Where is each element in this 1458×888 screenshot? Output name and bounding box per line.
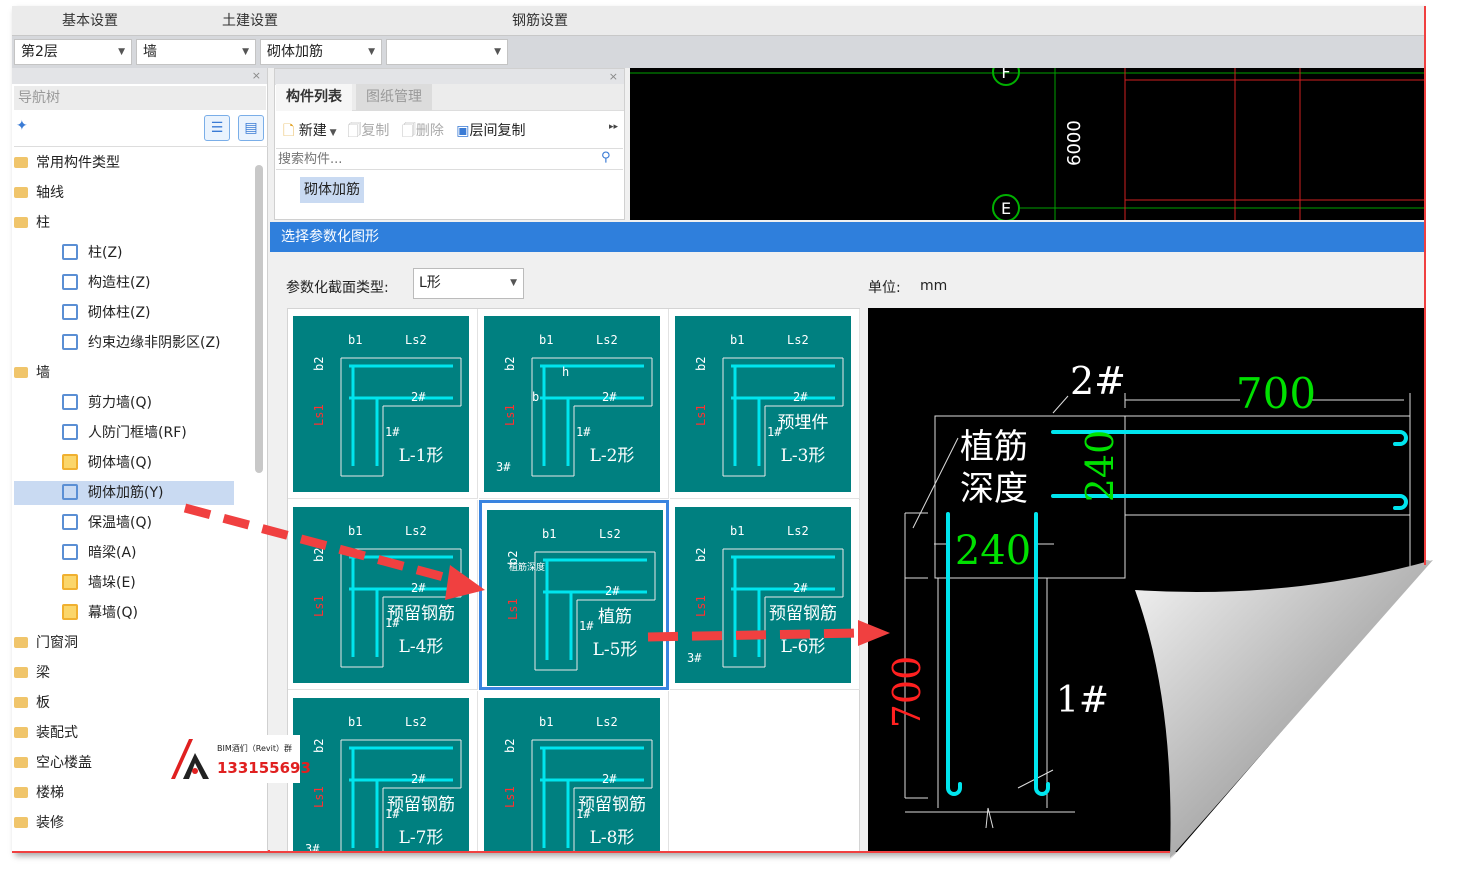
- dashed-arrow: [183, 503, 457, 585]
- arrow-head-icon: [858, 620, 890, 646]
- arrow-head-icon: [445, 565, 485, 600]
- torn-edge-margin: [1426, 0, 1458, 560]
- dashed-arrow: [647, 628, 861, 642]
- annotation-overlay: [12, 0, 1458, 888]
